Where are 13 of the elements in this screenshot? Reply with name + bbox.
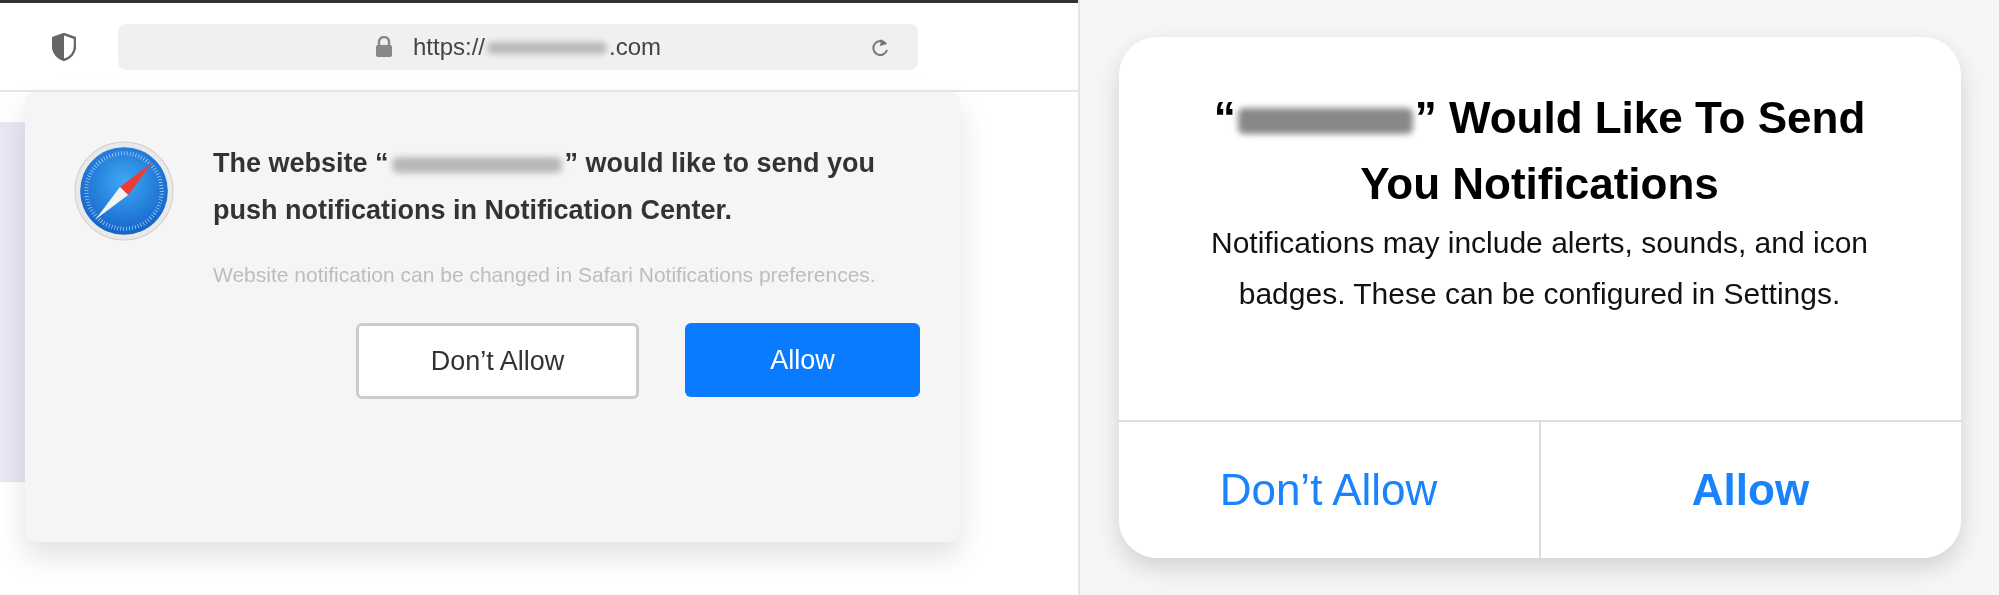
dont-allow-button[interactable]: Don’t Allow — [356, 323, 639, 399]
allow-button[interactable]: Allow — [1538, 422, 1961, 558]
lock-icon — [374, 35, 393, 58]
allow-button[interactable]: Allow — [685, 323, 920, 397]
shield-icon[interactable] — [52, 32, 76, 61]
address-bar[interactable]: https:// .com — [118, 23, 918, 70]
dialog-note: Website notification can be changed in Safari Notifications preferences. — [213, 262, 877, 288]
compass-icon — [73, 140, 175, 242]
alert-message: Notifications may include alerts, sounds, and icon badges. These can be configured in Settings. — [1210, 225, 1869, 312]
alert-title: “ ” Would Like To Send You Notifications — [1212, 92, 1867, 210]
url-text: https:// .com — [412, 32, 662, 61]
dont-allow-button[interactable]: Don’t Allow — [1118, 422, 1539, 558]
dialog-title: The website “ ” would like to send you push notifications in Notification Center. — [213, 147, 877, 227]
